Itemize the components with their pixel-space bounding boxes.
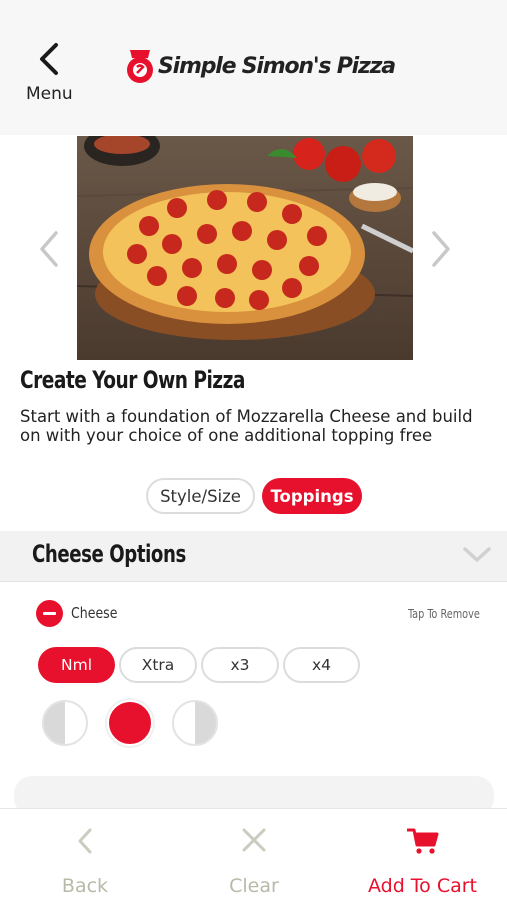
bottom-action-bar: Back Clear Add To Cart bbox=[0, 808, 507, 901]
product-description: Start with a foundation of Mozzarella Ch… bbox=[20, 407, 473, 445]
app-header: Menu Simple Simon's Pizza bbox=[0, 0, 507, 135]
remove-cheese-button[interactable] bbox=[36, 600, 63, 627]
amount-normal-button[interactable]: Nml bbox=[38, 647, 115, 683]
right-half-portion-button[interactable] bbox=[172, 700, 218, 746]
amount-x3-button[interactable]: x3 bbox=[201, 647, 279, 683]
back-button[interactable]: Back bbox=[0, 809, 170, 901]
add-to-cart-button[interactable]: Add To Cart bbox=[338, 809, 507, 901]
close-icon bbox=[242, 828, 266, 852]
product-title: Create Your Own Pizza bbox=[20, 366, 245, 394]
pizza-product-image bbox=[77, 136, 413, 360]
back-label: Back bbox=[61, 875, 109, 897]
menu-back-button[interactable]: Menu bbox=[22, 40, 82, 108]
shopping-cart-icon bbox=[406, 828, 438, 854]
simple-simon-logo-icon bbox=[127, 50, 153, 83]
carousel-prev-arrow-icon[interactable] bbox=[38, 230, 60, 268]
whole-portion-button[interactable] bbox=[107, 700, 153, 746]
tab-style-size[interactable]: Style/Size bbox=[146, 478, 255, 514]
brand-wordmark: Simple Simon's Pizza bbox=[158, 53, 396, 79]
clear-label: Clear bbox=[229, 875, 279, 897]
cheese-options-header[interactable]: Cheese Options bbox=[0, 531, 507, 582]
section-title: Cheese Options bbox=[32, 540, 186, 568]
left-half-portion-button[interactable] bbox=[42, 700, 88, 746]
amount-extra-button[interactable]: Xtra bbox=[119, 647, 197, 683]
chevron-left-icon bbox=[40, 43, 58, 75]
clear-button[interactable]: Clear bbox=[170, 809, 338, 901]
cheese-option-row: Cheese Tap To Remove bbox=[36, 600, 486, 628]
carousel-next-arrow-icon[interactable] bbox=[430, 230, 452, 268]
tab-toppings[interactable]: Toppings bbox=[262, 478, 362, 514]
tap-to-remove-hint: Tap To Remove bbox=[408, 607, 480, 621]
menu-back-label: Menu bbox=[26, 84, 73, 104]
amount-x4-button[interactable]: x4 bbox=[283, 647, 360, 683]
brand-logo: Simple Simon's Pizza bbox=[124, 44, 396, 88]
chevron-down-icon[interactable] bbox=[462, 546, 492, 564]
option-name: Cheese bbox=[71, 604, 118, 622]
add-to-cart-label: Add To Cart bbox=[367, 875, 478, 897]
chevron-left-icon bbox=[78, 828, 92, 854]
